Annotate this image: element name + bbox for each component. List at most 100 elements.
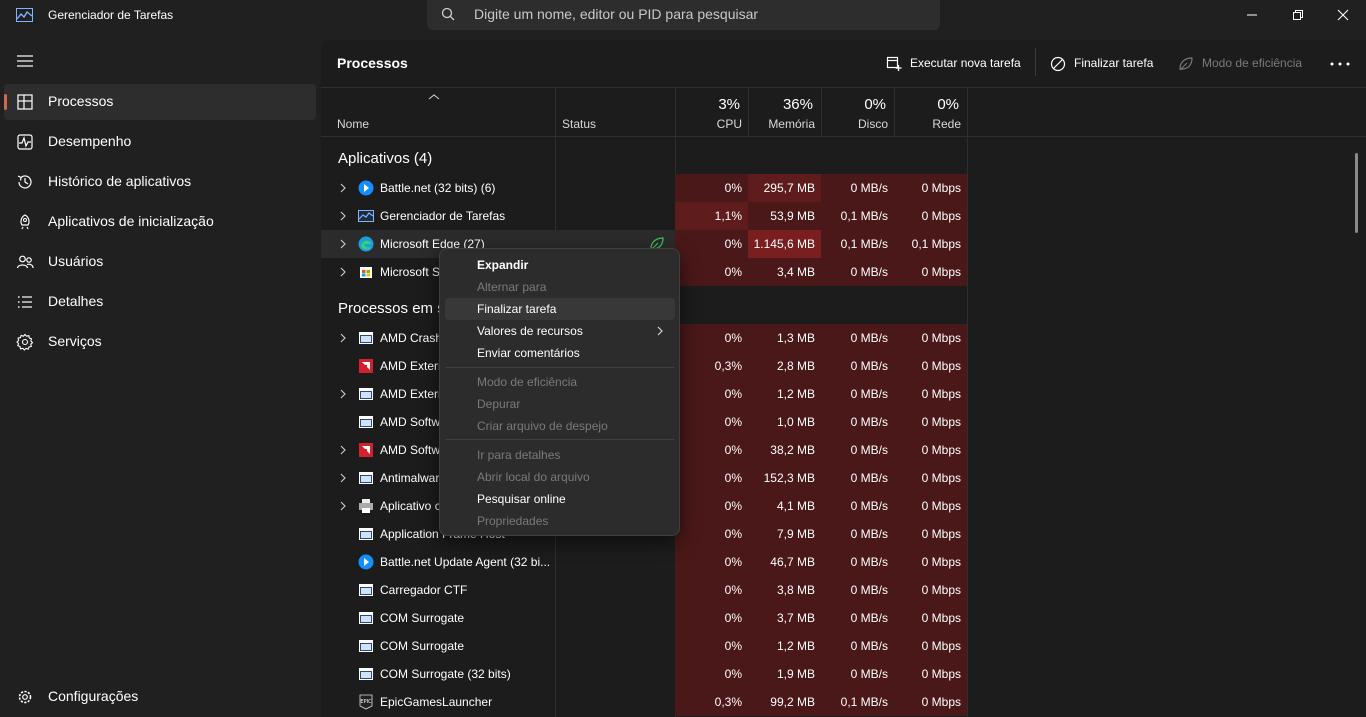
disk-cell: 0 MB/s (821, 576, 894, 604)
disk-cell: 0 MB/s (821, 352, 894, 380)
menu-item-end-task[interactable]: Finalizar tarefa (445, 298, 675, 320)
cpu-cell: 0% (675, 408, 748, 436)
search-box[interactable]: Digite um nome, editor ou PID para pesqu… (427, 0, 940, 30)
disk-cell: 0 MB/s (821, 380, 894, 408)
end-task-label: Finalizar tarefa (1074, 56, 1154, 70)
column-header-cpu[interactable]: 3% CPU (676, 88, 749, 136)
column-header-status[interactable]: Status (556, 88, 676, 136)
cpu-cell: 0% (675, 576, 748, 604)
chevron-right-icon[interactable] (339, 211, 347, 221)
table-row[interactable]: COM Surrogate (32 bits) 0% 1,9 MB 0 MB/s 0 M… (321, 660, 967, 688)
store-icon (358, 264, 374, 280)
close-button[interactable] (1320, 0, 1366, 30)
sidebar-item-label: Usuários (48, 253, 104, 269)
network-cell: 0 Mbps (894, 604, 967, 632)
process-name: Carregador CTF (380, 583, 468, 597)
network-cell: 0 Mbps (894, 576, 967, 604)
sidebar-item-users[interactable]: Usuários (4, 244, 316, 280)
menu-item-properties[interactable]: Propriedades (445, 510, 675, 532)
table-row[interactable]: COM Surrogate 0% 3,7 MB 0 MB/s 0 Mbps (321, 604, 967, 632)
chevron-right-icon[interactable] (339, 267, 347, 277)
menu-item-switch-to[interactable]: Alternar para (445, 276, 675, 298)
memory-cell: 3,7 MB (748, 604, 821, 632)
memory-cell: 4,1 MB (748, 492, 821, 520)
table-row[interactable]: Battle.net (32 bits) (6) 0% 295,7 MB 0 MB/s… (321, 174, 967, 202)
chevron-right-icon[interactable] (339, 389, 347, 399)
sidebar-item-processes[interactable]: Processos (4, 84, 316, 120)
memory-cell: 1,2 MB (748, 380, 821, 408)
memory-cell: 1,9 MB (748, 660, 821, 688)
table-row[interactable]: Carregador CTF 0% 3,8 MB 0 MB/s 0 Mbps (321, 576, 967, 604)
sidebar-item-label: Configurações (48, 688, 139, 704)
disk-cell: 0 MB/s (821, 660, 894, 688)
group-title-apps: Aplicativos (4) (338, 150, 433, 167)
chevron-right-icon[interactable] (339, 501, 347, 511)
cpu-cell: 0% (675, 492, 748, 520)
table-row[interactable]: Battle.net Update Agent (32 bi... 0% 46,7 … (321, 548, 967, 576)
sidebar-item-settings[interactable]: Configurações (4, 679, 316, 715)
process-name: COM Surrogate (380, 611, 465, 625)
cpu-cell: 0,3% (675, 352, 748, 380)
menu-item-debug[interactable]: Depurar (445, 393, 675, 415)
network-cell: 0 Mbps (894, 408, 967, 436)
cpu-cell: 1,1% (675, 202, 748, 230)
chevron-right-icon[interactable] (339, 473, 347, 483)
printer-icon (358, 498, 374, 514)
amd-icon (358, 442, 374, 458)
cpu-cell: 0% (675, 604, 748, 632)
sidebar-item-services[interactable]: Serviços (4, 324, 316, 360)
page-title: Processos (337, 55, 408, 71)
window-icon (358, 610, 374, 626)
disk-total: 0% (864, 96, 886, 113)
sidebar-item-label: Histórico de aplicativos (48, 173, 192, 189)
column-header-disk[interactable]: 0% Disco (822, 88, 895, 136)
cpu-cell: 0% (675, 632, 748, 660)
leaf-icon (1179, 57, 1193, 71)
table-row[interactable]: Gerenciador de Tarefas 1,1% 53,9 MB 0,1 MB/… (321, 202, 967, 230)
menu-item-send-feedback[interactable]: Enviar comentários (445, 342, 675, 364)
menu-item-resource-values[interactable]: Valores de recursos (445, 320, 675, 342)
menu-item-create-dump[interactable]: Criar arquivo de despejo (445, 415, 675, 437)
restore-button[interactable] (1275, 0, 1321, 30)
settings-gear-icon (18, 690, 32, 704)
hamburger-menu-icon[interactable] (16, 54, 34, 68)
disk-cell: 0 MB/s (821, 604, 894, 632)
sidebar-item-app-history[interactable]: Histórico de aplicativos (4, 164, 316, 200)
startup-icon (20, 214, 30, 230)
table-row[interactable]: COM Surrogate 0% 1,2 MB 0 MB/s 0 Mbps (321, 632, 967, 660)
cpu-cell: 0% (675, 548, 748, 576)
scrollbar-thumb[interactable] (1355, 153, 1358, 233)
menu-item-efficiency-mode[interactable]: Modo de eficiência (445, 371, 675, 393)
chevron-right-icon[interactable] (339, 333, 347, 343)
memory-cell: 3,4 MB (748, 258, 821, 286)
network-cell: 0 Mbps (894, 380, 967, 408)
sidebar-item-performance[interactable]: Desempenho (4, 124, 316, 160)
details-icon (18, 296, 32, 308)
network-cell: 0 Mbps (894, 202, 967, 230)
column-network-label: Rede (932, 117, 961, 131)
network-cell: 0 Mbps (894, 548, 967, 576)
process-name: COM Surrogate (380, 639, 465, 653)
chevron-right-icon[interactable] (339, 183, 347, 193)
menu-item-search-online[interactable]: Pesquisar online (445, 488, 675, 510)
minimize-button[interactable] (1229, 0, 1275, 30)
chevron-right-icon[interactable] (339, 445, 347, 455)
network-cell: 0 Mbps (894, 688, 967, 716)
column-header-network[interactable]: 0% Rede (895, 88, 968, 136)
chevron-right-icon[interactable] (339, 239, 347, 249)
main-header: Processos Executar nova tarefa Finalizar… (321, 40, 1366, 88)
menu-separator (445, 439, 675, 440)
column-header-name[interactable]: Nome (321, 88, 556, 136)
menu-item-expand[interactable]: Expandir (445, 254, 675, 276)
menu-item-go-to-details[interactable]: Ir para detalhes (445, 444, 675, 466)
battlenet-icon (358, 180, 374, 196)
column-header-memory[interactable]: 36% Memória (749, 88, 822, 136)
cpu-total: 3% (718, 96, 740, 113)
sidebar-item-details[interactable]: Detalhes (4, 284, 316, 320)
more-options-button[interactable] (1330, 50, 1354, 78)
performance-icon (17, 134, 33, 150)
menu-item-open-file-location[interactable]: Abrir local do arquivo (445, 466, 675, 488)
table-row[interactable]: EPIC EpicGamesLauncher 0,3% 99,2 MB 0,1 MB/s… (321, 688, 967, 716)
memory-cell: 295,7 MB (748, 174, 821, 202)
sidebar-item-startup-apps[interactable]: Aplicativos de inicialização (4, 204, 316, 240)
